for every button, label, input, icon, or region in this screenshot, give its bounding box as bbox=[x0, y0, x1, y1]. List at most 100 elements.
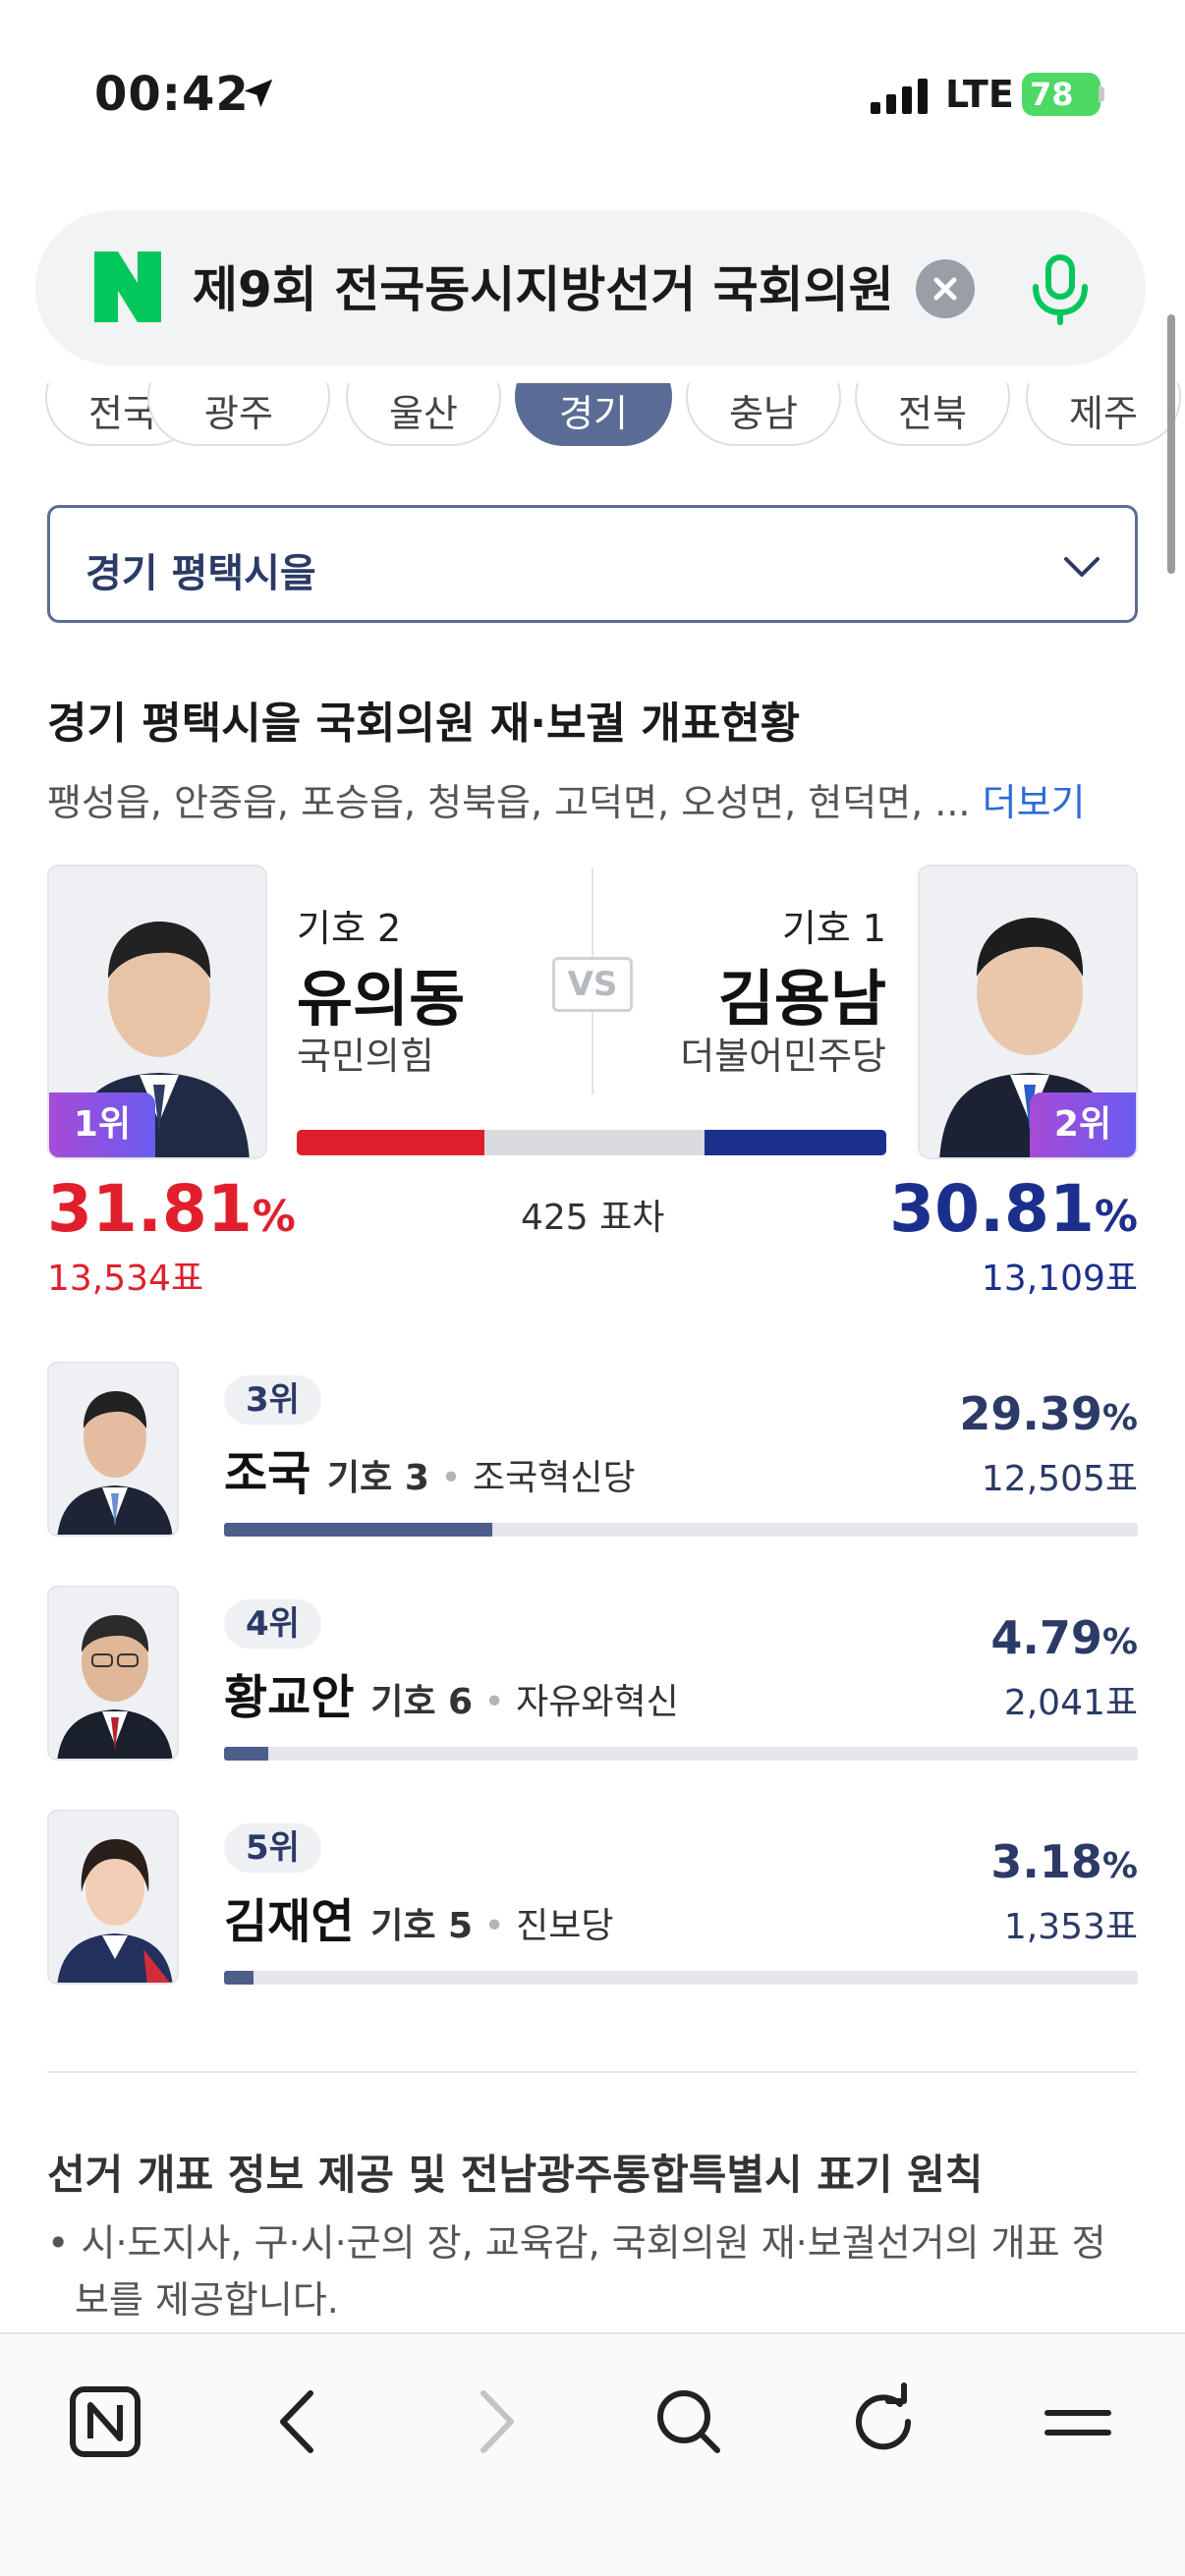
mic-icon[interactable] bbox=[1026, 253, 1095, 326]
candidate-bar-fill bbox=[224, 1747, 268, 1761]
candidate-meta: 기호 6 • 자유와혁신 bbox=[370, 1682, 679, 1722]
region-chip[interactable]: 충남 bbox=[686, 383, 841, 446]
head-to-head-bar-right bbox=[705, 1130, 886, 1155]
candidate-portrait bbox=[49, 1364, 177, 1535]
battery-level: 78 bbox=[1030, 76, 1074, 113]
region-chip[interactable]: 울산 bbox=[346, 383, 501, 446]
candidate-name[interactable]: 김재연 bbox=[224, 1894, 354, 1949]
search-icon[interactable] bbox=[645, 2378, 733, 2466]
percent-unit: % bbox=[1094, 1192, 1138, 1242]
rank-pill: 4위 bbox=[224, 1599, 321, 1649]
candidate-bar-fill bbox=[224, 1523, 493, 1537]
section-title: 경기 평택시을 국회의원 재·보궐 개표현황 bbox=[47, 699, 801, 749]
rank-badge-right: 2위 bbox=[1030, 1092, 1136, 1157]
candidate-bar bbox=[224, 1971, 1138, 1985]
candidate-bar bbox=[224, 1747, 1138, 1761]
candidate-meta: 기호 5 • 진보당 bbox=[370, 1906, 613, 1946]
candidate-number: 기호 5 bbox=[370, 1906, 474, 1946]
naver-home-icon[interactable] bbox=[61, 2378, 149, 2466]
candidate-party-right: 더불어민주당 bbox=[680, 1035, 886, 1078]
menu-icon[interactable] bbox=[1034, 2378, 1122, 2466]
candidate-votes: 12,505표 bbox=[981, 1459, 1138, 1499]
candidate-party: 진보당 bbox=[516, 1906, 614, 1946]
region-select-value: 경기 평택시을 bbox=[85, 551, 316, 596]
candidate-number-left: 기호 2 bbox=[297, 907, 402, 950]
candidate-row-name[interactable]: 조국 기호 3 • 조국혁신당 bbox=[224, 1434, 636, 1503]
region-chip[interactable]: 광주 bbox=[147, 383, 330, 446]
candidate-votes: 2,041표 bbox=[1003, 1683, 1138, 1723]
percent-value: 3.18 bbox=[990, 1835, 1102, 1888]
location-arrow-icon bbox=[244, 79, 273, 108]
rank-pill: 5위 bbox=[224, 1823, 321, 1873]
region-chip[interactable]: 전북 bbox=[855, 383, 1010, 446]
percent-right: 30.81% bbox=[889, 1171, 1138, 1247]
clear-icon[interactable] bbox=[916, 259, 975, 318]
candidate-number: 기호 6 bbox=[370, 1682, 474, 1722]
votes-right: 13,109표 bbox=[981, 1259, 1138, 1299]
region-select[interactable]: 경기 평택시을 bbox=[47, 505, 1138, 623]
candidate-portrait bbox=[49, 1812, 177, 1983]
candidate-party: 조국혁신당 bbox=[473, 1458, 636, 1498]
search-bar[interactable]: 제9회 전국동시지방선거 국회의원 bbox=[35, 210, 1146, 365]
region-tabs: 전국 광주 울산 경기 충남 전북 제주 bbox=[0, 383, 1185, 458]
percent-unit: % bbox=[1101, 1622, 1138, 1662]
percent-left-value: 31.81 bbox=[47, 1171, 253, 1247]
forward-icon[interactable] bbox=[450, 2378, 538, 2466]
candidate-portrait bbox=[49, 1588, 177, 1759]
candidate-name[interactable]: 조국 bbox=[224, 1446, 310, 1501]
signal-icon bbox=[871, 79, 928, 114]
candidate-photo[interactable] bbox=[47, 1586, 179, 1761]
candidate-percent: 29.39% bbox=[959, 1387, 1138, 1440]
candidate-number: 기호 3 bbox=[327, 1458, 429, 1498]
candidate-photo-left[interactable]: 1위 bbox=[47, 865, 267, 1159]
notice-title: 선거 개표 정보 제공 및 전남광주통합특별시 표기 원칙 bbox=[47, 2151, 984, 2199]
separator-dot: • bbox=[440, 1458, 462, 1498]
section-divider bbox=[47, 2071, 1138, 2073]
candidate-photo[interactable] bbox=[47, 1810, 179, 1985]
reload-icon[interactable] bbox=[839, 2378, 928, 2466]
more-link[interactable]: 더보기 bbox=[983, 781, 1086, 824]
search-input[interactable]: 제9회 전국동시지방선거 국회의원 bbox=[193, 255, 930, 324]
page-scrollbar[interactable] bbox=[1167, 314, 1175, 574]
battery-icon: 78 bbox=[1022, 73, 1100, 116]
status-bar: 00:42 LTE 78 bbox=[0, 0, 1185, 187]
separator-dot: • bbox=[483, 1682, 505, 1722]
candidate-bar-fill bbox=[224, 1971, 254, 1985]
candidate-meta: 기호 3 • 조국혁신당 bbox=[327, 1458, 636, 1498]
candidate-party: 자유와혁신 bbox=[516, 1682, 679, 1722]
back-icon[interactable] bbox=[255, 2378, 344, 2466]
head-to-head-bar-left bbox=[297, 1130, 484, 1155]
candidate-photo-right[interactable]: 2위 bbox=[918, 865, 1138, 1159]
candidate-name-right[interactable]: 김용남 bbox=[718, 949, 886, 1037]
vs-badge: VS bbox=[552, 957, 633, 1012]
candidate-name[interactable]: 황교안 bbox=[224, 1670, 354, 1725]
chevron-down-icon bbox=[1064, 557, 1100, 577]
browser-toolbar bbox=[0, 2332, 1185, 2576]
region-chip[interactable]: 제주 bbox=[1026, 383, 1181, 446]
rank-badge-left: 1위 bbox=[49, 1092, 155, 1157]
candidate-photo[interactable] bbox=[47, 1362, 179, 1537]
district-list: 팽성읍, 안중읍, 포승읍, 청북읍, 고덕면, 오성면, 현덕면, ... 더… bbox=[47, 772, 1086, 826]
percent-unit: % bbox=[252, 1192, 296, 1242]
battery-tip bbox=[1099, 86, 1104, 102]
percent-right-value: 30.81 bbox=[889, 1171, 1095, 1247]
percent-value: 29.39 bbox=[959, 1387, 1102, 1440]
candidate-bar bbox=[224, 1523, 1138, 1537]
vote-gap: 425 표차 bbox=[521, 1198, 665, 1238]
candidate-row-name[interactable]: 김재연 기호 5 • 진보당 bbox=[224, 1882, 614, 1951]
notice-body: • 시·도지사, 구·시·군의 장, 교육감, 국회의원 재·보궐선거의 개표 … bbox=[47, 2221, 1106, 2322]
clear-button[interactable] bbox=[916, 259, 975, 318]
candidate-party-left: 국민의힘 bbox=[297, 1035, 434, 1078]
candidate-name-left[interactable]: 유의동 bbox=[297, 949, 465, 1037]
region-chip-active[interactable]: 경기 bbox=[515, 383, 672, 446]
candidate-row-name[interactable]: 황교안 기호 6 • 자유와혁신 bbox=[224, 1658, 679, 1727]
percent-unit: % bbox=[1101, 1846, 1138, 1886]
status-time: 00:42 bbox=[94, 67, 250, 122]
candidate-number-right: 기호 1 bbox=[781, 907, 886, 950]
rank-pill: 3위 bbox=[224, 1375, 321, 1425]
naver-n-icon[interactable] bbox=[94, 252, 161, 322]
candidate-votes: 1,353표 bbox=[1003, 1907, 1138, 1947]
candidate-percent: 3.18% bbox=[990, 1835, 1138, 1888]
percent-unit: % bbox=[1101, 1398, 1138, 1438]
network-type: LTE bbox=[945, 73, 1014, 116]
